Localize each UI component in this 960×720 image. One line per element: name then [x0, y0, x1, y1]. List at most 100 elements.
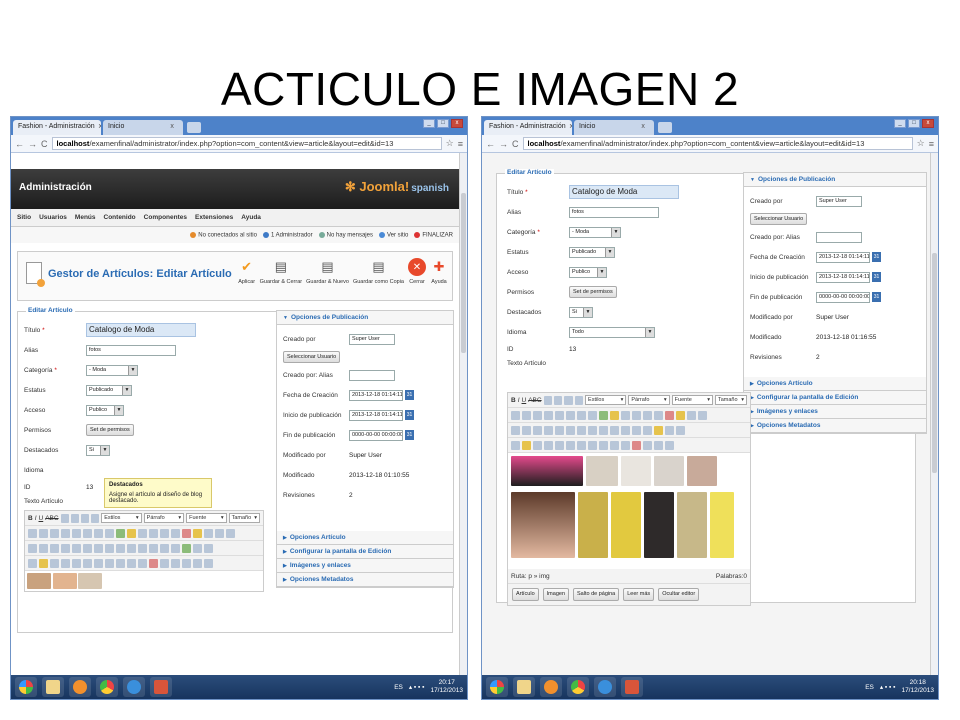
status-admin[interactable]: 1 Administrador	[262, 231, 313, 238]
status-select[interactable]: Publicado ▼	[569, 246, 615, 258]
section-images-links[interactable]: ▶ Imágenes y enlaces	[277, 559, 453, 573]
calendar-icon[interactable]: 31	[872, 252, 881, 262]
tab-close-icon[interactable]: x	[170, 123, 174, 130]
back-icon[interactable]: ←	[486, 139, 495, 149]
explorer-icon[interactable]	[42, 677, 64, 697]
publishing-options-header[interactable]: ▼ Opciones de Publicación	[744, 173, 926, 187]
status-offline[interactable]: No conectados al sitio	[190, 231, 257, 238]
tab-administracion[interactable]: Fashion - Administración x	[484, 120, 572, 135]
calendar-icon[interactable]: 31	[872, 272, 881, 282]
maximize-icon[interactable]: □	[908, 119, 920, 128]
publishing-options-header[interactable]: ▼ Opciones de Publicación	[277, 311, 453, 325]
select-user-button[interactable]: Seleccionar Usuario	[283, 351, 341, 363]
editor-content[interactable]	[25, 571, 263, 591]
explorer-icon[interactable]	[513, 677, 535, 697]
menu-extensiones[interactable]: Extensiones	[195, 214, 233, 221]
styles-select[interactable]: Estilos ▾	[101, 513, 142, 523]
maximize-icon[interactable]: □	[437, 119, 449, 128]
tab-administracion[interactable]: Fashion - Administración x	[13, 120, 101, 135]
title-input[interactable]: Catalogo de Moda	[569, 185, 679, 199]
rich-text-editor[interactable]: B I U ABC Estilos ▾ Párrafo ▾ Fuente ▾ Tamaño ▾	[507, 392, 751, 606]
created-date-input[interactable]: 2013-12-18 01:14:11	[349, 389, 403, 401]
size-select[interactable]: Tamaño ▾	[714, 395, 747, 405]
publish-down-input[interactable]: 0000-00-00 00:00:00	[816, 291, 870, 303]
publish-up-input[interactable]: 2013-12-18 01:14:11	[349, 409, 403, 421]
apply-button[interactable]: ✔ Aplicar	[238, 258, 256, 285]
permissions-button[interactable]: Set de permisos	[86, 424, 134, 436]
toggle-editor-button[interactable]: Ocultar editor	[658, 588, 700, 601]
menu-menus[interactable]: Menús	[75, 214, 96, 221]
section-edit-screen[interactable]: ▶ Configurar la pantalla de Edición	[277, 545, 453, 559]
font-select[interactable]: Fuente ▾	[671, 395, 713, 405]
size-select[interactable]: Tamaño ▾	[228, 513, 260, 523]
section-article-options[interactable]: ▶ Opciones Artículo	[744, 377, 926, 391]
reload-icon[interactable]: C	[512, 139, 519, 149]
menu-sitio[interactable]: Sitio	[17, 214, 31, 221]
section-metadata[interactable]: ▶ Opciones Metadatos	[744, 419, 926, 433]
tray-icons[interactable]: ▴ ▪ ▪ ▪	[880, 683, 896, 691]
save-new-button[interactable]: ▤ Guardar & Nuevo	[306, 258, 349, 285]
calendar-icon[interactable]: 31	[405, 410, 414, 420]
access-select[interactable]: Publico ▼	[569, 266, 607, 278]
status-view-site[interactable]: Ver sitio	[378, 231, 408, 238]
chrome-icon[interactable]	[96, 677, 118, 697]
chrome-icon[interactable]	[567, 677, 589, 697]
status-select[interactable]: Publicado ▼	[86, 384, 132, 396]
read-more-button[interactable]: Leer más	[623, 588, 655, 601]
created-by-input[interactable]: Super User	[816, 195, 862, 207]
page-break-button[interactable]: Salto de página	[573, 588, 620, 601]
select-user-button[interactable]: Seleccionar Usuario	[750, 213, 808, 225]
menu-icon[interactable]: ≡	[929, 139, 934, 149]
reload-icon[interactable]: C	[41, 139, 48, 149]
language-indicator[interactable]: ES	[394, 684, 403, 691]
styles-select[interactable]: Estilos ▾	[585, 395, 627, 405]
created-date-input[interactable]: 2013-12-18 01:14:11	[816, 251, 870, 263]
star-icon[interactable]: ☆	[917, 138, 925, 149]
image-button[interactable]: Imagen	[542, 588, 570, 601]
vertical-scrollbar[interactable]	[459, 153, 467, 675]
save-copy-button[interactable]: ▤ Guardar como Copia	[353, 258, 404, 285]
font-select[interactable]: Fuente ▾	[186, 513, 227, 523]
tab-close-icon[interactable]: x	[641, 123, 645, 130]
clock[interactable]: 20:17 17/12/2013	[430, 679, 463, 695]
url-field[interactable]: localhost/examenfinal/administrator/inde…	[51, 137, 442, 150]
tab-inicio[interactable]: Inicio x	[103, 120, 183, 135]
calendar-icon[interactable]: 31	[405, 430, 414, 440]
language-indicator[interactable]: ES	[865, 684, 874, 691]
publish-down-input[interactable]: 0000-00-00 00:00:00	[349, 429, 403, 441]
article-button[interactable]: Artículo	[512, 588, 539, 601]
alias-input[interactable]: fotos	[569, 206, 659, 218]
powerpoint-icon[interactable]	[150, 677, 172, 697]
section-metadata[interactable]: ▶ Opciones Metadatos	[277, 573, 453, 587]
featured-select[interactable]: Si ▼	[86, 444, 110, 456]
tab-close-icon[interactable]: x	[99, 123, 101, 130]
close-icon[interactable]: x	[451, 119, 463, 128]
status-messages[interactable]: No hay mensajes	[318, 231, 373, 238]
url-field[interactable]: localhost/examenfinal/administrator/inde…	[522, 137, 913, 150]
clock[interactable]: 20:18 17/12/2013	[901, 679, 934, 695]
start-button[interactable]	[486, 677, 508, 697]
vertical-scrollbar[interactable]	[930, 153, 938, 675]
paragraph-select[interactable]: Párrafo ▾	[628, 395, 670, 405]
back-icon[interactable]: ←	[15, 139, 24, 149]
forward-icon[interactable]: →	[28, 139, 37, 149]
star-icon[interactable]: ☆	[446, 138, 454, 149]
section-article-options[interactable]: ▶ Opciones Artículo	[277, 531, 453, 545]
tab-inicio[interactable]: Inicio x	[574, 120, 654, 135]
menu-componentes[interactable]: Componentes	[144, 214, 187, 221]
close-button[interactable]: ✕ Cerrar	[408, 258, 426, 285]
section-edit-screen[interactable]: ▶ Configurar la pantalla de Edición	[744, 391, 926, 405]
access-select[interactable]: Publico ▼	[86, 404, 124, 416]
media-player-icon[interactable]	[540, 677, 562, 697]
menu-usuarios[interactable]: Usuarios	[39, 214, 67, 221]
minimize-icon[interactable]: _	[423, 119, 435, 128]
menu-contenido[interactable]: Contenido	[104, 214, 136, 221]
tray-icons[interactable]: ▴ ▪ ▪ ▪	[409, 683, 425, 691]
language-select[interactable]: Todo ▼	[569, 326, 655, 338]
section-images-links[interactable]: ▶ Imágenes y enlaces	[744, 405, 926, 419]
created-by-alias-input[interactable]	[349, 369, 395, 381]
new-tab-button[interactable]	[187, 122, 201, 133]
created-by-input[interactable]: Super User	[349, 333, 395, 345]
help-button[interactable]: ✚ Ayuda	[430, 258, 448, 285]
save-close-button[interactable]: ▤ Guardar & Cerrar	[260, 258, 303, 285]
